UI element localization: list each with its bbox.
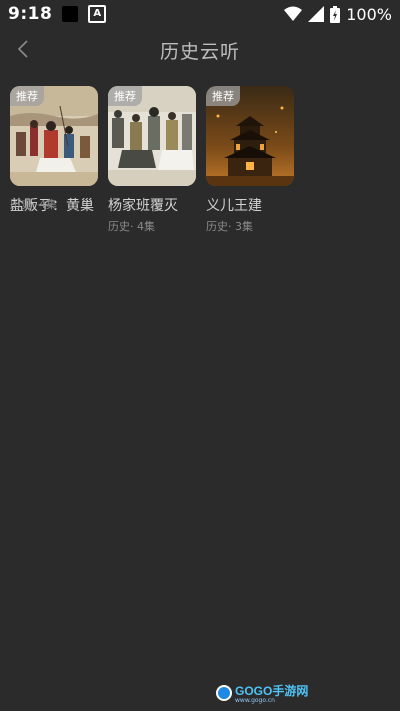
album-cover: 推荐 <box>108 86 196 186</box>
album-title: 杨家班覆灭 <box>108 198 178 214</box>
watermark-sub: www.gogo.cn <box>235 697 275 704</box>
album-meta: 历史· 3集 <box>206 220 253 233</box>
status-left: 9:18 A <box>0 4 107 24</box>
recommend-badge: 推荐 <box>10 86 44 106</box>
album-meta: 历史· 4集 <box>108 220 155 233</box>
album-title: 义儿王建 <box>206 198 262 214</box>
app-notification-icon: A <box>88 5 107 23</box>
chevron-left-icon <box>17 40 28 58</box>
recommend-badge: 推荐 <box>206 86 240 106</box>
battery-icon <box>330 5 341 23</box>
album-card-3[interactable]: 推荐 义儿王建 历史· 3集 <box>206 86 294 234</box>
notification-icon <box>62 6 79 22</box>
header: 历史云听 <box>0 28 400 72</box>
album-grid: 推荐 盐贩子：黄巢 历史· 4集 推荐 杨家班覆灭 历史· 4集 推荐 义儿王建… <box>10 86 390 234</box>
album-cover: 推荐 <box>206 86 294 186</box>
status-time: 9:18 <box>8 4 53 24</box>
gogo-logo-icon <box>216 685 232 701</box>
status-right: 100% <box>284 5 400 24</box>
recommend-badge: 推荐 <box>108 86 142 106</box>
watermark-logo: GOGO手游网 www.gogo.cn <box>216 683 308 704</box>
wifi-icon <box>284 6 303 22</box>
back-button[interactable] <box>10 36 36 62</box>
battery-level: 100% <box>346 4 392 24</box>
signal-icon <box>308 6 325 22</box>
status-bar: 9:18 A 100% <box>0 0 400 28</box>
page-title: 历史云听 <box>159 40 240 63</box>
album-card-1[interactable]: 推荐 盐贩子：黄巢 历史· 4集 <box>10 86 98 234</box>
album-card-2[interactable]: 推荐 杨家班覆灭 历史· 4集 <box>108 86 196 234</box>
album-cover: 推荐 <box>10 86 98 186</box>
